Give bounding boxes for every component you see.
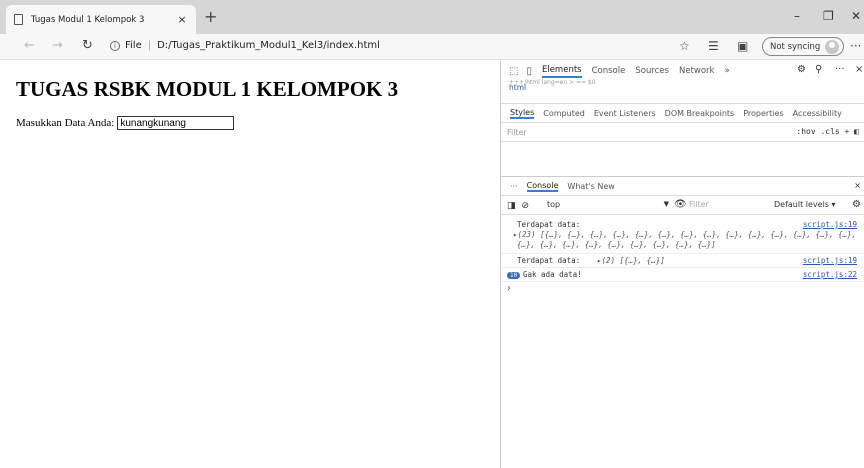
data-form: Masukkan Data Anda: — [16, 116, 235, 130]
page-icon — [14, 14, 23, 25]
browser-tab[interactable]: Tugas Modul 1 Kelompok 3 × — [6, 5, 196, 34]
devtools-tabs: ⬚ ▯ Elements Console Sources Network » ⚙… — [501, 61, 864, 81]
log-label: Terdapat data: — [517, 220, 581, 229]
address-scheme-label: File — [125, 40, 142, 51]
address-separator: | — [147, 40, 152, 51]
log-source-link[interactable]: script.js:19 — [803, 256, 857, 265]
console-log-entry: Terdapat data: ▸(2) [{…}, {…}] script.js… — [501, 254, 864, 268]
console-filter-input[interactable]: Filter — [689, 200, 769, 209]
forward-arrow-icon[interactable]: → — [52, 39, 63, 53]
sync-label: Not syncing — [770, 41, 821, 52]
levels-dropdown[interactable]: Default levels ▾ — [774, 200, 836, 209]
restore-button[interactable]: ❐ — [823, 10, 834, 22]
log-array-line[interactable]: ▸(23) [{…}, {…}, {…}, {…}, {…}, {…}, {…}… — [513, 230, 856, 239]
log-count-badge: 10 — [507, 270, 523, 279]
settings-menu-button[interactable]: ··· — [850, 39, 861, 53]
minimize-button[interactable]: – — [794, 10, 800, 22]
clear-console-icon[interactable]: ⊘ — [522, 201, 530, 211]
eye-icon[interactable]: 👁 — [674, 199, 687, 210]
tab-close-button[interactable]: × — [176, 13, 188, 26]
styles-filter-tools[interactable]: :hov .cls + ◧ — [796, 127, 859, 136]
device-toolbar-icon[interactable]: ▯ — [526, 66, 532, 77]
collections-icon[interactable]: ▣ — [737, 39, 748, 53]
favorite-star-icon[interactable]: ☆ — [679, 39, 690, 53]
favorites-list-icon[interactable]: ☰ — [708, 39, 719, 53]
tab-sources[interactable]: Sources — [635, 66, 669, 76]
avatar — [825, 40, 839, 54]
info-icon[interactable]: i — [110, 40, 120, 51]
console-toolbar: ◨ ⊘ top ▼ 👁 Filter Default levels ▾ ⚙ — [501, 197, 864, 215]
tab-styles[interactable]: Styles — [510, 108, 535, 119]
new-tab-button[interactable]: + — [204, 9, 217, 25]
tab-accessibility[interactable]: Accessibility — [793, 109, 842, 118]
console-log-entry: 10 Gak ada data! script.js:22 — [501, 268, 864, 282]
styles-filter-row: Filter :hov .cls + ◧ — [501, 124, 864, 142]
tab-title: Tugas Modul 1 Kelompok 3 — [31, 14, 145, 25]
close-devtools-icon[interactable]: × — [855, 64, 863, 75]
close-drawer-icon[interactable]: × — [854, 181, 861, 190]
page-content: TUGAS RSBK MODUL 1 KELOMPOK 3 Masukkan D… — [0, 61, 500, 468]
console-prompt[interactable]: › — [507, 283, 511, 294]
tab-console[interactable]: Console — [592, 66, 626, 76]
close-window-button[interactable]: ✕ — [851, 10, 861, 22]
log-label: Terdapat data: — [517, 256, 581, 265]
more-tabs-icon[interactable]: » — [724, 66, 729, 76]
dropdown-arrow-icon: ▼ — [663, 200, 669, 208]
console-log-entry: Terdapat data: script.js:19 ▸(23) [{…}, … — [501, 218, 864, 254]
tab-elements[interactable]: Elements — [541, 65, 582, 78]
log-value[interactable]: ▸(2) [{…}, {…}] — [597, 256, 665, 265]
tab-event-listeners[interactable]: Event Listeners — [594, 109, 656, 118]
address-url[interactable]: D:/Tugas_Praktikum_Modul1_Kel3/index.htm… — [157, 40, 380, 51]
tab-dom-breakpoints[interactable]: DOM Breakpoints — [665, 109, 735, 118]
feedback-icon[interactable]: ⚲ — [815, 64, 822, 75]
page-title: TUGAS RSBK MODUL 1 KELOMPOK 3 — [16, 77, 399, 101]
inspect-icon[interactable]: ⬚ — [509, 66, 518, 77]
tab-drawer-console[interactable]: Console — [526, 181, 559, 192]
drawer-tabs: ··· Console What's New × — [501, 176, 864, 196]
styles-tabs: Styles Computed Event Listeners DOM Brea… — [501, 103, 864, 123]
tab-computed[interactable]: Computed — [543, 109, 585, 118]
back-arrow-icon[interactable]: ← — [24, 39, 35, 53]
drawer-menu-icon[interactable]: ··· — [510, 182, 518, 191]
more-options-icon[interactable]: ··· — [835, 64, 845, 75]
input-label: Masukkan Data Anda: — [16, 117, 115, 129]
sync-button[interactable]: Not syncing — [762, 37, 844, 56]
devtools-panel: ⬚ ▯ Elements Console Sources Network » ⚙… — [500, 61, 864, 468]
tab-strip: Tugas Modul 1 Kelompok 3 × + – ❐ ✕ — [0, 0, 864, 34]
context-value: top — [547, 200, 561, 209]
tab-properties[interactable]: Properties — [743, 109, 783, 118]
address-bar[interactable]: i File | D:/Tugas_Praktikum_Modul1_Kel3/… — [110, 40, 380, 51]
gear-icon[interactable]: ⚙ — [797, 64, 806, 75]
styles-filter-input[interactable]: Filter — [507, 128, 527, 137]
log-source-link[interactable]: script.js:19 — [803, 220, 857, 229]
log-source-link[interactable]: script.js:22 — [803, 270, 857, 279]
reload-icon[interactable]: ↻ — [82, 39, 93, 53]
browser-toolbar: ← → ↻ i File | D:/Tugas_Praktikum_Modul1… — [0, 34, 864, 60]
log-label: Gak ada data! — [523, 270, 582, 279]
data-input[interactable] — [117, 116, 235, 130]
log-array-line: {…}, {…}, {…}, {…}, {…}, {…}, {…}, {…}, … — [517, 240, 716, 249]
console-gear-icon[interactable]: ⚙ — [852, 199, 861, 210]
sidebar-toggle-icon[interactable]: ◨ — [507, 201, 516, 211]
tab-network[interactable]: Network — [679, 66, 715, 76]
breadcrumb[interactable]: html — [509, 83, 526, 92]
context-select[interactable]: top ▼ — [547, 200, 669, 209]
tab-whats-new[interactable]: What's New — [567, 182, 614, 191]
